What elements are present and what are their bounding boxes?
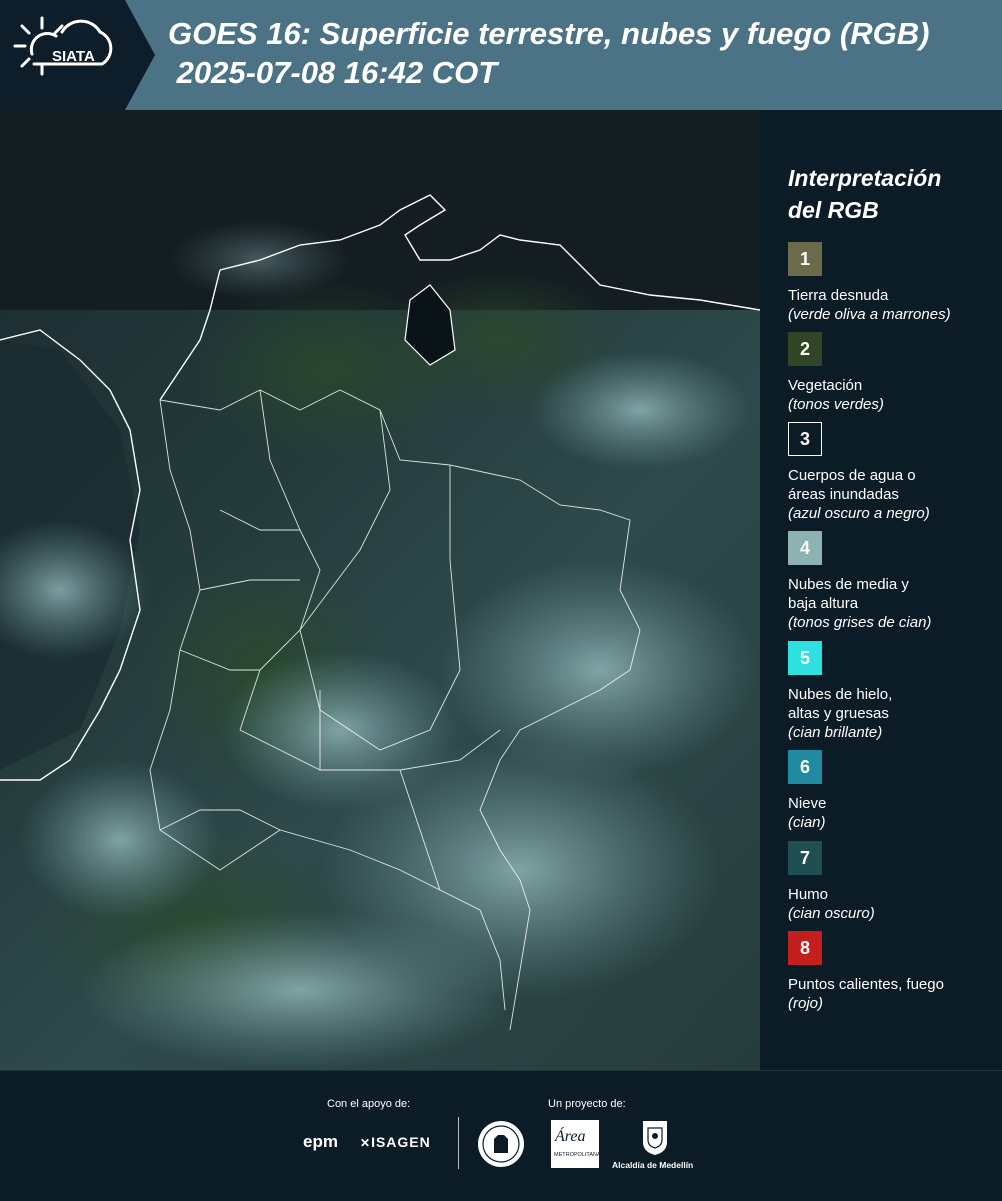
- alcaldia-label: Alcaldía de Medellín: [612, 1160, 694, 1170]
- rgb-legend: Interpretación del RGB 1 Tierra desnuda …: [760, 110, 1002, 1070]
- sun-cloud-icon: SIATA: [13, 16, 113, 76]
- legend-swatch: 5: [788, 641, 822, 675]
- area-sub-text: METROPOLITANA: [554, 1152, 601, 1158]
- title-line-1: GOES 16: Superficie terrestre, nubes y f…: [168, 16, 930, 51]
- legend-swatch: 6: [788, 750, 822, 784]
- siata-logo: SIATA: [0, 0, 155, 110]
- project-label: Un proyecto de:: [548, 1098, 626, 1110]
- footer: Con el apoyo de: Un proyecto de: epm ✕IS…: [0, 1070, 1002, 1201]
- legend-item: 6 Nieve (cian): [788, 750, 998, 832]
- legend-item-note: (tonos verdes): [788, 396, 884, 413]
- legend-item: 7 Humo (cian oscuro): [788, 841, 998, 923]
- cloud-area: [20, 760, 220, 920]
- legend-item: 1 Tierra desnuda (verde oliva a marrones…: [788, 242, 998, 324]
- caribbean-sea: [0, 110, 760, 310]
- cloud-area: [80, 910, 520, 1070]
- logo-text: SIATA: [52, 48, 95, 65]
- legend-swatch: 1: [788, 242, 822, 276]
- legend-swatch: 3: [788, 422, 822, 456]
- legend-item-label: Puntos calientes, fuego: [788, 976, 944, 993]
- isagen-icon: ✕: [360, 1136, 372, 1150]
- title-line-2: 2025-07-08 16:42 COT: [168, 55, 498, 90]
- cloud-area: [220, 650, 460, 810]
- legend-item-note: (rojo): [788, 995, 824, 1012]
- legend-item: 8 Puntos calientes, fuego (rojo): [788, 931, 998, 1013]
- area-text: Área: [555, 1128, 586, 1145]
- map-canvas: [0, 110, 760, 1070]
- legend-item-label: Cuerpos de agua o áreas inundadas: [788, 467, 916, 503]
- legend-item-note: (verde oliva a marrones): [788, 306, 951, 323]
- legend-item-label: Nieve: [788, 795, 827, 812]
- legend-item: 2 Vegetación (tonos verdes): [788, 332, 998, 414]
- legend-item-note: (azul oscuro a negro): [788, 505, 930, 522]
- footer-divider: [458, 1117, 459, 1169]
- epm-logo: epm: [303, 1132, 338, 1151]
- medellin-shield-icon: [643, 1121, 667, 1155]
- header: SIATA GOES 16: Superficie terrestre, nub…: [0, 0, 1002, 110]
- legend-item-label: Nubes de media y baja altura: [788, 576, 909, 612]
- legend-title: Interpretación del RGB: [788, 165, 942, 223]
- legend-swatch: 4: [788, 531, 822, 565]
- university-seal-icon: [478, 1121, 524, 1167]
- legend-swatch: 2: [788, 332, 822, 366]
- satellite-map[interactable]: [0, 110, 760, 1070]
- legend-item: 4 Nubes de media y baja altura (tonos gr…: [788, 531, 998, 632]
- legend-item-note: (tonos grises de cian): [788, 614, 932, 631]
- legend-swatch: 7: [788, 841, 822, 875]
- isagen-text: ISAGEN: [371, 1134, 431, 1150]
- area-metropolitana-logo: Área METROPOLITANA: [551, 1120, 601, 1168]
- legend-swatch: 8: [788, 931, 822, 965]
- cloud-area: [530, 350, 750, 470]
- legend-item-note: (cian brillante): [788, 724, 883, 741]
- legend-item: 5 Nubes de hielo, altas y gruesas (cian …: [788, 641, 998, 742]
- support-label: Con el apoyo de:: [327, 1098, 411, 1110]
- legend-item-label: Vegetación: [788, 377, 863, 394]
- legend-item: 3 Cuerpos de agua o áreas inundadas (azu…: [788, 422, 998, 523]
- legend-item-label: Humo: [788, 886, 829, 903]
- legend-item-label: Nubes de hielo, altas y gruesas: [788, 686, 893, 722]
- legend-item-label: Tierra desnuda: [788, 287, 889, 304]
- isagen-logo: ✕ISAGEN: [360, 1134, 431, 1150]
- legend-item-note: (cian oscuro): [788, 905, 875, 922]
- legend-item-note: (cian): [788, 814, 826, 831]
- page-title: GOES 16: Superficie terrestre, nubes y f…: [168, 14, 929, 92]
